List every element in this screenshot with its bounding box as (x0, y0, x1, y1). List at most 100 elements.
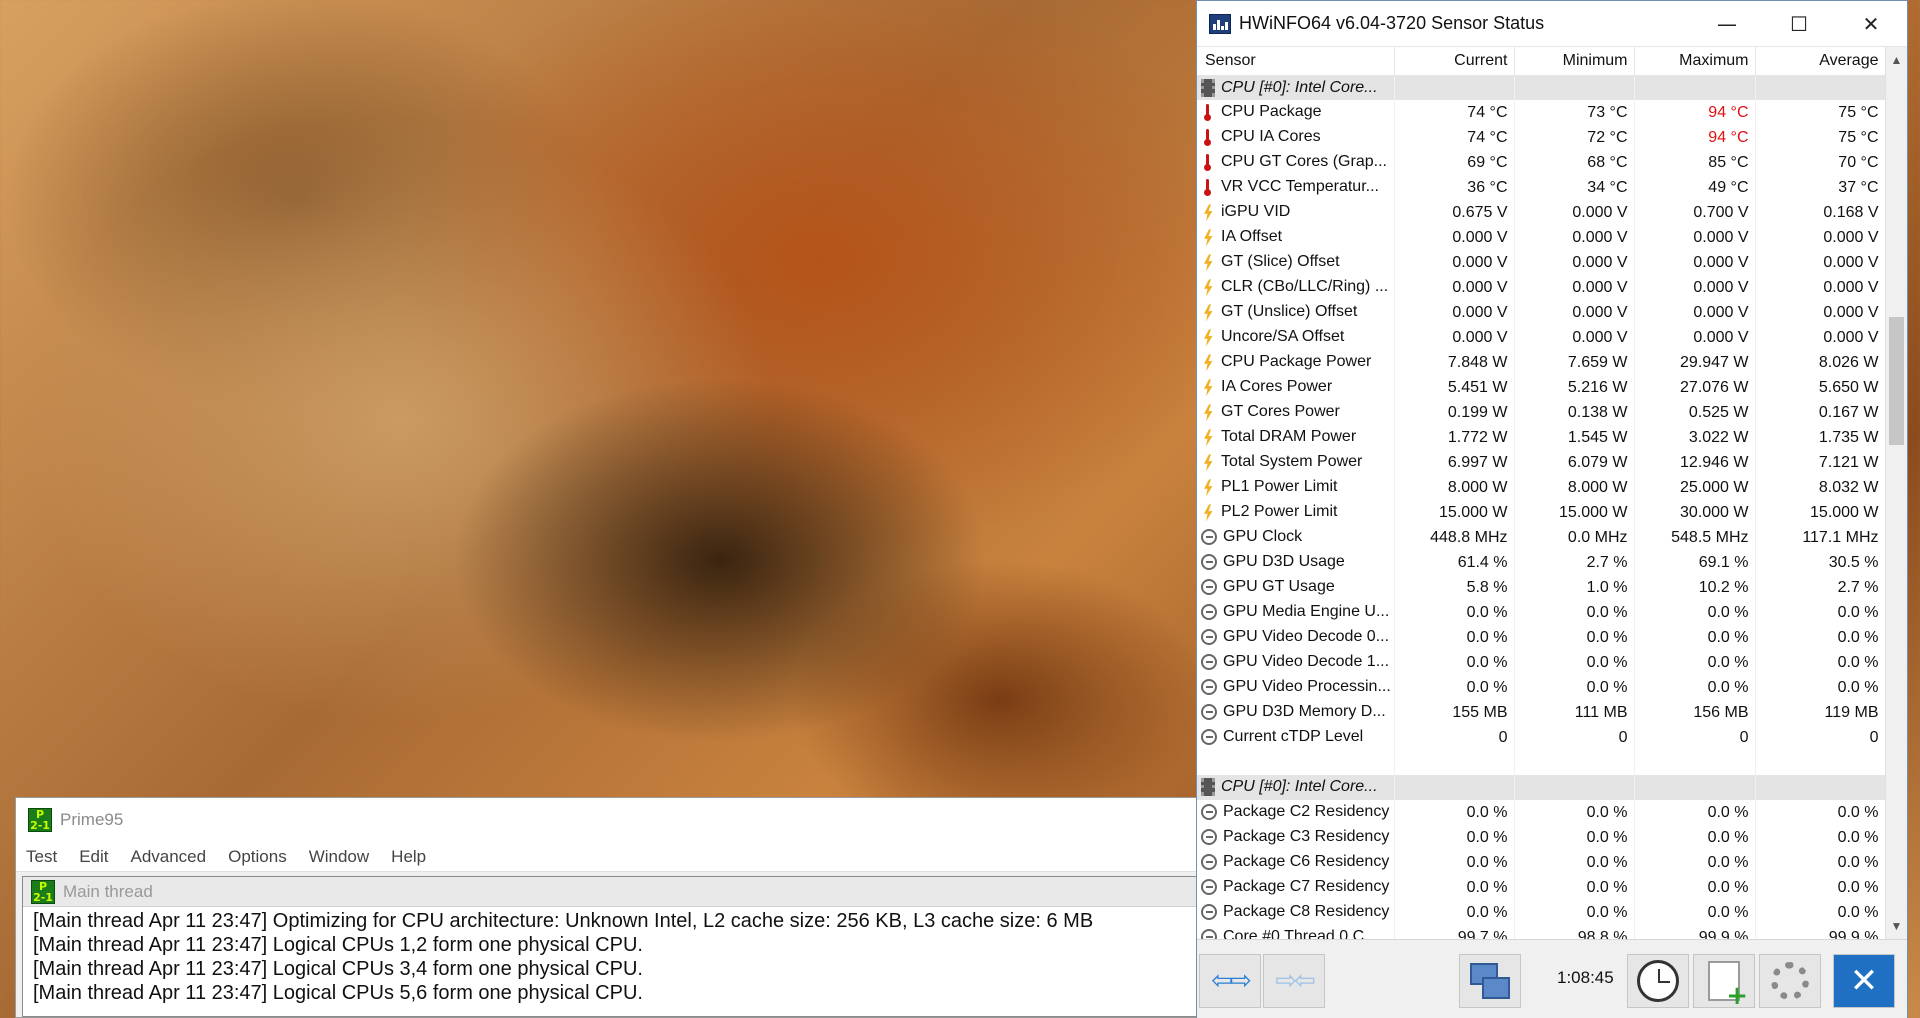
maximum-value: 94 °C (1634, 100, 1756, 125)
maximum-value: 0.0 % (1634, 625, 1756, 650)
gauge-icon (1201, 879, 1217, 896)
sensor-name-cell: Package C7 Residency (1197, 875, 1395, 900)
collapse-arrows-button[interactable]: ⇨⇦ (1263, 954, 1325, 1008)
sensor-group-row[interactable]: CPU [#0]: Intel Core... (1197, 775, 1885, 800)
minimize-button[interactable]: — (1691, 1, 1763, 47)
sensor-row[interactable]: Package C8 Residency 0.0 % 0.0 % 0.0 % 0.0 % (1197, 900, 1885, 925)
sensor-label: GPU Video Decode 1... (1223, 653, 1390, 671)
sensor-name-cell: Package C8 Residency (1197, 900, 1395, 925)
navigate-arrows-button[interactable]: ⇦⇨ (1199, 954, 1261, 1008)
gauge-icon (1201, 579, 1217, 596)
lightning-icon (1201, 304, 1215, 320)
sensor-label: IA Offset (1221, 228, 1283, 246)
sensor-row[interactable]: GPU Video Processin... 0.0 % 0.0 % 0.0 % 0.0… (1197, 675, 1885, 700)
sensor-row[interactable]: CPU IA Cores 74 °C 72 °C 94 °C 75 °C (1197, 125, 1885, 150)
sensor-row[interactable]: GPU Clock 448.8 MHz 0.0 MHz 548.5 MHz 117.1 … (1197, 525, 1885, 550)
current-value: 0.0 % (1394, 600, 1515, 625)
collapse-arrows-icon: ⇨⇦ (1275, 966, 1316, 996)
sensor-row[interactable]: GPU D3D Memory D... 155 MB 111 MB 156 MB 119… (1197, 700, 1885, 725)
prime95-window[interactable]: P 2-1 Prime95 Test Edit Advanced Options … (15, 797, 1200, 1018)
sensor-row[interactable]: Total System Power 6.997 W 6.079 W 12.946 W… (1197, 450, 1885, 475)
main-thread-log[interactable]: [Main thread Apr 11 23:47] Optimizing fo… (23, 907, 1198, 1005)
scroll-down-arrow-icon[interactable]: ▼ (1886, 913, 1907, 939)
sensor-row[interactable]: Package C7 Residency 0.0 % 0.0 % 0.0 % 0.0 % (1197, 875, 1885, 900)
sensor-row[interactable]: Total DRAM Power 1.772 W 1.545 W 3.022 W 1.7… (1197, 425, 1885, 450)
hwinfo-titlebar[interactable]: HWiNFO64 v6.04-3720 Sensor Status — ☐ ✕ (1197, 1, 1907, 47)
minimum-value: 0.0 % (1514, 675, 1635, 700)
close-sensors-button[interactable]: ✕ (1833, 954, 1895, 1008)
sensor-row[interactable]: CLR (CBo/LLC/Ring) ... 0.000 V 0.000 V 0.00… (1197, 275, 1885, 300)
menu-advanced[interactable]: Advanced (130, 845, 206, 869)
vertical-scrollbar[interactable]: ▲ ▼ (1885, 47, 1907, 939)
add-log-document-icon (1708, 961, 1748, 1011)
sensor-row[interactable]: VR VCC Temperatur... 36 °C 34 °C 49 °C 37 °C (1197, 175, 1885, 200)
sensor-row[interactable]: IA Cores Power 5.451 W 5.216 W 27.076 W 5.65… (1197, 375, 1885, 400)
sensor-row[interactable]: GPU Video Decode 1... 0.0 % 0.0 % 0.0 % 0.0 … (1197, 650, 1885, 675)
sensor-row[interactable]: GT (Slice) Offset 0.000 V 0.000 V 0.000 V 0.… (1197, 250, 1885, 275)
main-thread-titlebar[interactable]: P 2-1 Main thread (23, 877, 1198, 907)
empty-cell (1755, 750, 1885, 775)
sensor-row[interactable]: GPU GT Usage 5.8 % 1.0 % 10.2 % 2.7 % (1197, 575, 1885, 600)
menu-test[interactable]: Test (26, 845, 57, 869)
gauge-icon (1201, 704, 1217, 721)
column-header-minimum[interactable]: Minimum (1514, 47, 1635, 76)
sensor-grid[interactable]: Sensor Current Minimum Maximum Average C… (1197, 47, 1885, 939)
main-thread-window[interactable]: P 2-1 Main thread [Main thread Apr 11 23:… (22, 876, 1199, 1017)
sensor-label: PL2 Power Limit (1221, 503, 1338, 521)
menu-help[interactable]: Help (391, 845, 426, 869)
sensor-row[interactable]: CPU Package Power 7.848 W 7.659 W 29.947 W8… (1197, 350, 1885, 375)
average-value: 0.000 V (1755, 250, 1885, 275)
sensor-label: GT Cores Power (1221, 403, 1340, 421)
close-icon: ✕ (1849, 961, 1879, 1001)
sensor-row[interactable]: IA Offset 0.000 V 0.000 V 0.000 V 0.000 V (1197, 225, 1885, 250)
logging-button[interactable] (1693, 954, 1755, 1011)
sensor-row[interactable]: GT Cores Power 0.199 W 0.138 W 0.525 W 0.167… (1197, 400, 1885, 425)
menu-window[interactable]: Window (309, 845, 369, 869)
column-header-sensor[interactable]: Sensor (1197, 47, 1395, 76)
sensor-row[interactable]: iGPU VID 0.675 V 0.000 V 0.700 V 0.168 V (1197, 200, 1885, 225)
average-value: 0.0 % (1755, 600, 1885, 625)
sensor-row[interactable]: Current cTDP Level 0 0 0 0 (1197, 725, 1885, 750)
sensor-name-cell: GPU Clock (1197, 525, 1395, 550)
column-header-maximum[interactable]: Maximum (1634, 47, 1756, 76)
sensor-row[interactable]: Package C3 Residency 0.0 % 0.0 % 0.0 % 0.0 % (1197, 825, 1885, 850)
sensor-row[interactable]: CPU Package 74 °C 73 °C 94 °C 75 °C (1197, 100, 1885, 125)
sensor-label: CPU IA Cores (1221, 128, 1321, 146)
sensor-row[interactable]: Package C6 Residency 0.0 % 0.0 % 0.0 % 0.0 % (1197, 850, 1885, 875)
network-button[interactable] (1459, 954, 1521, 1008)
scroll-thumb[interactable] (1889, 317, 1904, 445)
settings-button[interactable] (1759, 954, 1821, 1008)
minimum-value: 0 (1514, 725, 1635, 750)
sensor-row[interactable]: GPU Media Engine U... 0.0 % 0.0 % 0.0 % 0.0 … (1197, 600, 1885, 625)
average-value: 1.735 W (1755, 425, 1885, 450)
column-header-average[interactable]: Average (1755, 47, 1885, 76)
sensor-row[interactable]: GT (Unslice) Offset 0.000 V 0.000 V 0.000 V… (1197, 300, 1885, 325)
average-value: 0.0 % (1755, 875, 1885, 900)
prime95-titlebar[interactable]: P 2-1 Prime95 (16, 798, 1199, 842)
menu-edit[interactable]: Edit (79, 845, 108, 869)
sensor-row[interactable]: Uncore/SA Offset 0.000 V 0.000 V 0.000 V 0.0… (1197, 325, 1885, 350)
scroll-up-arrow-icon[interactable]: ▲ (1886, 47, 1907, 73)
sensor-row[interactable]: GPU D3D Usage 61.4 % 2.7 % 69.1 % 30.5 % (1197, 550, 1885, 575)
minimum-value: 0.0 % (1514, 900, 1635, 925)
sensor-group-row[interactable]: CPU [#0]: Intel Core... (1197, 75, 1885, 100)
sensor-label: CPU [#0]: Intel Core... (1221, 78, 1378, 96)
sensor-row[interactable]: CPU GT Cores (Grap... 69 °C 68 °C 85 °C 70 °… (1197, 150, 1885, 175)
lightning-icon (1201, 229, 1215, 245)
menu-options[interactable]: Options (228, 845, 287, 869)
gauge-icon (1201, 679, 1217, 696)
sensor-row[interactable]: PL2 Power Limit 15.000 W 15.000 W 30.000 W1… (1197, 500, 1885, 525)
empty-cell (1394, 750, 1515, 775)
reset-clock-button[interactable] (1627, 954, 1689, 1008)
hwinfo-window[interactable]: HWiNFO64 v6.04-3720 Sensor Status — ☐ ✕ … (1196, 0, 1908, 1018)
sensor-row[interactable]: Package C2 Residency 0.0 % 0.0 % 0.0 % 0.0 % (1197, 800, 1885, 825)
column-header-current[interactable]: Current (1394, 47, 1515, 76)
sensor-row[interactable]: GPU Video Decode 0... 0.0 % 0.0 % 0.0 % 0.0 … (1197, 625, 1885, 650)
sensor-row[interactable]: Core #0 Thread 0 C... 99.7 % 98.8 % 99.9 % 9… (1197, 925, 1885, 939)
maximize-button[interactable]: ☐ (1763, 1, 1835, 47)
sensor-row[interactable]: PL1 Power Limit 8.000 W 8.000 W 25.000 W 8.0… (1197, 475, 1885, 500)
minimum-value: 0.0 % (1514, 625, 1635, 650)
minimum-value: 5.216 W (1514, 375, 1635, 400)
close-button[interactable]: ✕ (1835, 1, 1907, 47)
current-value: 0.000 V (1394, 250, 1515, 275)
